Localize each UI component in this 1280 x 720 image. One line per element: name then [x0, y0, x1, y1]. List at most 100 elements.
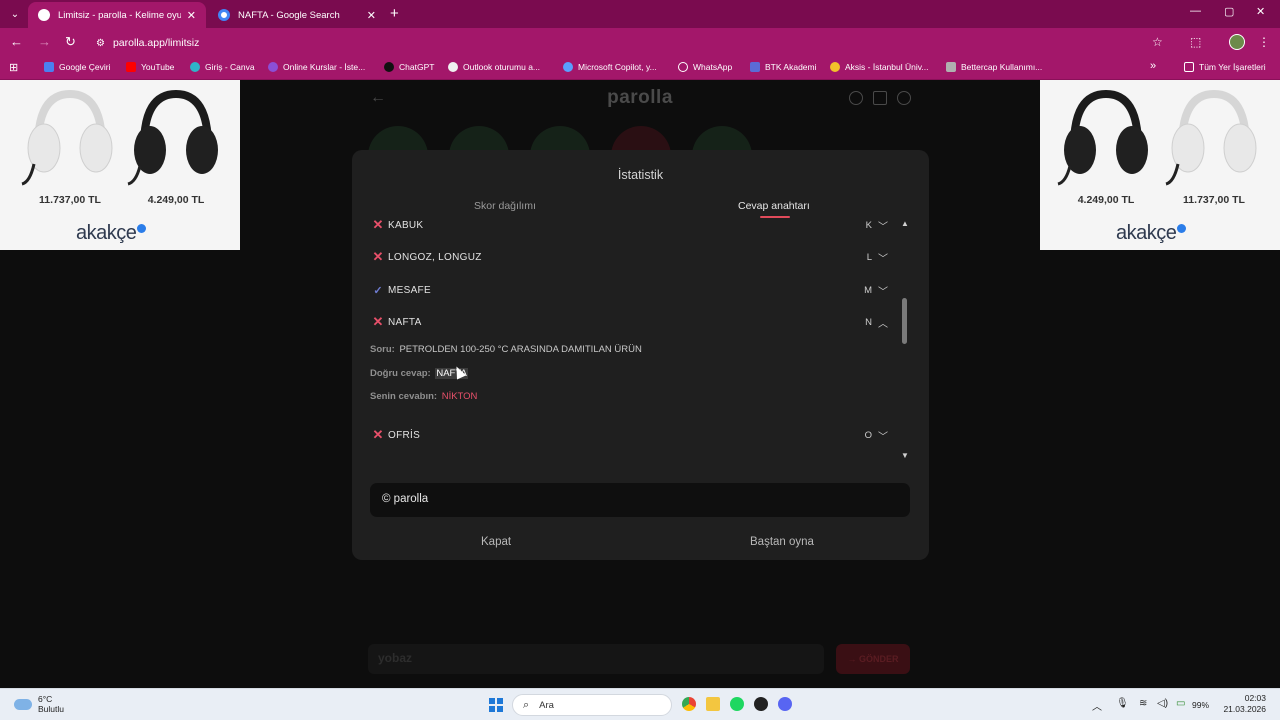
windows-taskbar: 6°C Bulutlu ⌕ Ara ︿ 🎙 ≋ ◁) ▭ 99% 02:03 2…	[0, 688, 1280, 720]
scrollbar-thumb[interactable]	[902, 298, 907, 344]
ad-price: 4.249,00 TL	[147, 194, 205, 206]
clock[interactable]: 02:03 21.03.2026	[1220, 693, 1266, 715]
bookmark-star-icon[interactable]: ☆	[1152, 35, 1163, 49]
tab-title: NAFTA - Google Search	[238, 9, 340, 21]
answer-key-list[interactable]: ✕ KABUK K ﹀ ✕ LONGOZ, LONGUZ L ﹀ ✓ MESAF…	[352, 212, 929, 464]
volume-icon[interactable]: ◁)	[1157, 698, 1168, 709]
btk-icon	[750, 62, 760, 72]
weather-desc: Bulutlu	[38, 704, 64, 714]
discord-icon[interactable]	[778, 697, 792, 711]
parolla-logo: parolla	[607, 87, 673, 108]
bookmark-item[interactable]: Giriş - Canva	[190, 62, 255, 72]
question-text: PETROLDEN 100-250 °C ARASINDA DAMITILAN …	[399, 344, 642, 355]
apps-grid-icon[interactable]: ⊞	[9, 61, 18, 74]
chevron-down-icon[interactable]: ﹀	[878, 428, 888, 443]
spotify-icon[interactable]	[730, 697, 744, 711]
bookmark-item[interactable]: Bettercap Kullanımı...	[946, 62, 1042, 72]
chrome-icon[interactable]	[682, 697, 696, 711]
all-bookmarks-folder[interactable]: Tüm Yer İşaretleri	[1184, 62, 1266, 72]
brand-text: akakçe	[1116, 222, 1177, 244]
bookmark-item[interactable]: Aksis - İstanbul Üniv...	[830, 62, 928, 72]
tab-answer-key[interactable]: Cevap anahtarı	[738, 200, 810, 212]
wifi-icon[interactable]: ≋	[1139, 698, 1147, 709]
answer-row[interactable]: ✕ KABUK K ﹀	[370, 215, 888, 235]
scroll-up-arrow-icon[interactable]: ▲	[901, 219, 909, 228]
more-bookmarks-button[interactable]: »	[1150, 60, 1156, 72]
address-bar[interactable]: ⚙ parolla.app/limitsiz	[88, 31, 1148, 55]
answer-row[interactable]: ✕ OFRİS O ﹀	[370, 425, 888, 445]
back-arrow-icon[interactable]: ←	[10, 34, 23, 49]
maximize-button[interactable]: ▢	[1224, 5, 1234, 18]
stats-icon[interactable]	[873, 91, 887, 105]
taskbar-search[interactable]: ⌕ Ara	[512, 694, 672, 716]
copilot-icon	[563, 62, 573, 72]
search-placeholder: Ara	[539, 699, 554, 711]
user-icon[interactable]	[897, 91, 911, 105]
answer-row-expanded[interactable]: ✕ NAFTA N ︿	[370, 312, 888, 332]
bookmark-item[interactable]: WhatsApp	[678, 62, 732, 72]
chevron-up-icon[interactable]: ︿	[878, 315, 888, 330]
left-ad-banner[interactable]: 11.737,00 TL 4.249,00 TL akakçe	[0, 80, 240, 250]
weather-widget[interactable]: 6°C Bulutlu	[14, 694, 64, 714]
your-answer-label: Senin cevabın:	[370, 391, 438, 402]
chevron-down-icon[interactable]: ﹀	[878, 283, 888, 298]
minimize-button[interactable]: —	[1190, 5, 1201, 17]
tab-score-distribution[interactable]: Skor dağılımı	[474, 200, 536, 212]
new-tab-button[interactable]: +	[390, 5, 399, 22]
answer-letter: K	[865, 219, 872, 231]
site-info-icon[interactable]: ⚙	[96, 38, 105, 49]
close-button[interactable]: Kapat	[481, 536, 511, 548]
folder-icon	[1184, 62, 1194, 72]
info-icon[interactable]	[849, 91, 863, 105]
answer-letter: O	[864, 429, 872, 441]
battery-icon[interactable]: ▭	[1176, 698, 1185, 709]
answer-row[interactable]: ✓ MESAFE M ﹀	[370, 280, 888, 300]
close-tab-icon[interactable]: ✕	[187, 9, 196, 22]
chevron-down-icon[interactable]: ﹀	[878, 218, 888, 233]
send-button[interactable]: → GÖNDER	[836, 644, 910, 674]
answer-letter: N	[865, 316, 872, 328]
bookmark-item[interactable]: Microsoft Copilot, y...	[563, 62, 657, 72]
extensions-icon[interactable]: ⬚	[1190, 35, 1201, 49]
microphone-icon[interactable]: 🎙	[1116, 698, 1129, 709]
close-window-button[interactable]: ✕	[1256, 5, 1265, 18]
profile-avatar[interactable]	[1229, 34, 1245, 50]
ad-price: 11.737,00 TL	[39, 194, 101, 206]
udemy-icon	[268, 62, 278, 72]
white-headset-image	[1164, 86, 1264, 194]
app-icon[interactable]	[754, 697, 768, 711]
black-headset-image	[1056, 86, 1156, 194]
tab-google-search[interactable]: NAFTA - Google Search ✕	[208, 2, 386, 28]
bookmark-item[interactable]: ChatGPT	[384, 62, 434, 72]
cross-icon: ✕	[372, 314, 384, 329]
close-tab-icon[interactable]: ✕	[367, 9, 376, 22]
bookmark-item[interactable]: YouTube	[126, 62, 174, 72]
right-ad-banner[interactable]: 4.249,00 TL 11.737,00 TL akakçe	[1040, 80, 1280, 250]
bookmark-item[interactable]: Outlook oturumu a...	[448, 62, 540, 72]
windows-start-icon[interactable]	[489, 698, 503, 712]
tab-search-button[interactable]: ⌄	[6, 5, 24, 23]
answer-input[interactable]: yobaz	[368, 644, 824, 674]
bookmark-label: WhatsApp	[693, 62, 733, 72]
file-explorer-icon[interactable]	[706, 697, 720, 711]
tab-parolla[interactable]: Limitsiz - parolla - Kelime oyunu ✕	[28, 2, 206, 28]
restart-button[interactable]: Baştan oyna	[750, 536, 814, 548]
answer-word: KABUK	[388, 219, 424, 231]
all-bookmarks-label: Tüm Yer İşaretleri	[1199, 62, 1266, 72]
google-favicon-icon	[218, 9, 230, 21]
akakce-logo: akakçe	[1116, 222, 1187, 245]
show-hidden-icons-icon[interactable]: ︿	[1092, 698, 1102, 713]
bettercap-icon	[946, 62, 956, 72]
bookmark-label: Microsoft Copilot, y...	[578, 62, 657, 72]
bookmark-item[interactable]: BTK Akademi	[750, 62, 817, 72]
bookmark-label: YouTube	[141, 62, 175, 72]
scroll-down-arrow-icon[interactable]: ▼	[901, 451, 909, 460]
bookmark-label: Giriş - Canva	[205, 62, 255, 72]
reload-icon[interactable]: ↻	[65, 34, 76, 50]
forward-arrow-icon[interactable]: →	[38, 34, 51, 49]
chevron-down-icon[interactable]: ﹀	[878, 250, 888, 265]
menu-dots-icon[interactable]: ⋮	[1258, 35, 1270, 49]
answer-row[interactable]: ✕ LONGOZ, LONGUZ L ﹀	[370, 247, 888, 267]
bookmark-item[interactable]: Google Çeviri	[44, 62, 111, 72]
bookmark-item[interactable]: Online Kurslar - İste...	[268, 62, 365, 72]
